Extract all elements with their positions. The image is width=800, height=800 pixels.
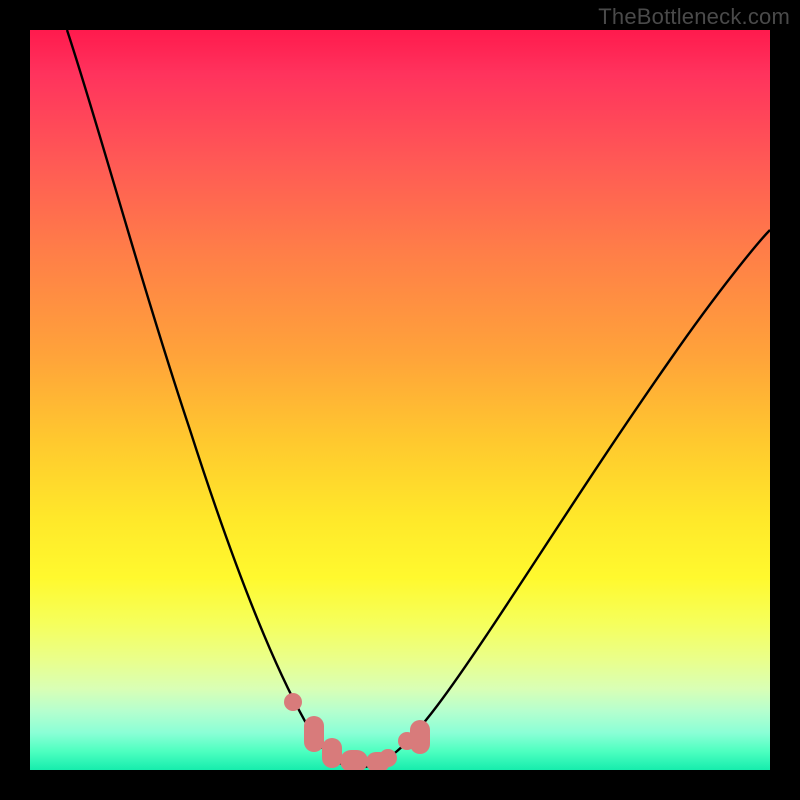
watermark-text: TheBottleneck.com [598, 4, 790, 30]
plot-area [30, 30, 770, 770]
marker-pill [340, 750, 368, 770]
chart-svg [30, 30, 770, 770]
marker-pill [410, 720, 430, 754]
marker-pill [322, 738, 342, 768]
bottleneck-curve [67, 30, 770, 767]
marker-dot [284, 693, 302, 711]
marker-pill [366, 752, 390, 770]
chart-frame: TheBottleneck.com [0, 0, 800, 800]
marker-pill [304, 716, 324, 752]
